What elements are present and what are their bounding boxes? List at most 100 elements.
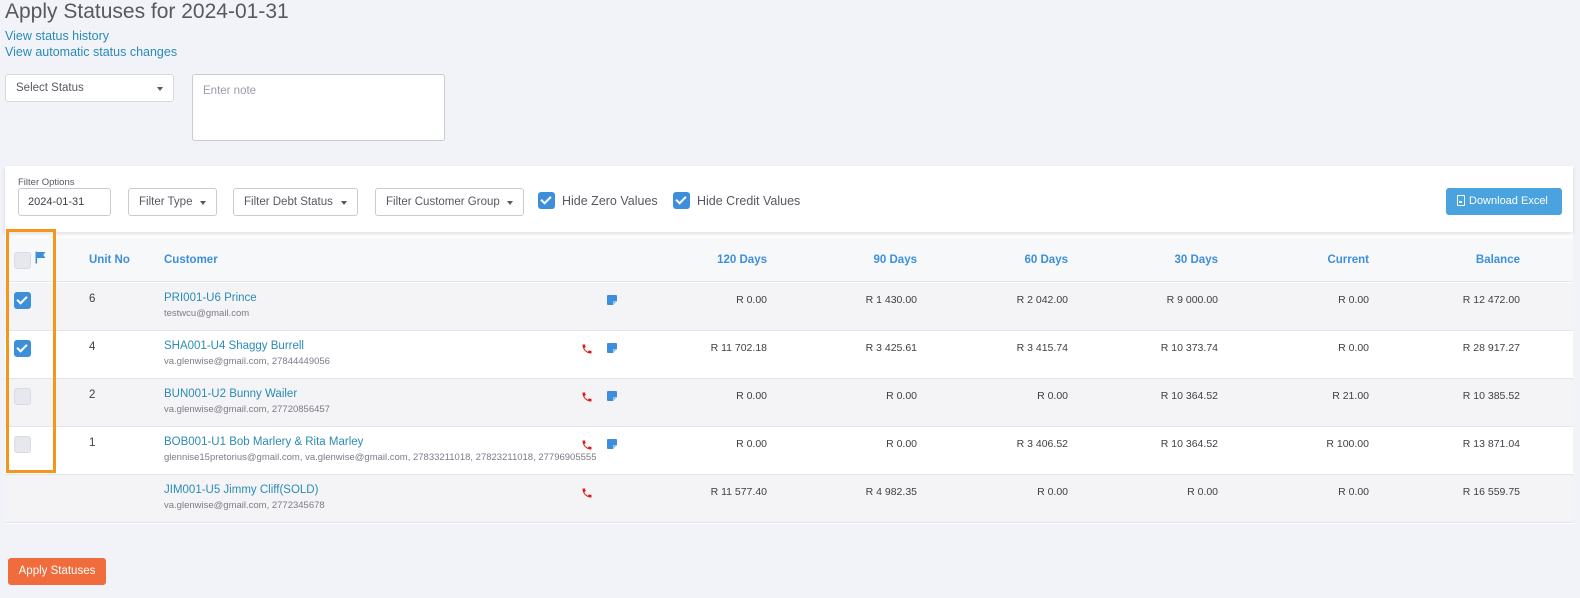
amount-d60: R 0.00 [1037, 486, 1068, 498]
amount-current: R 0.00 [1338, 486, 1369, 498]
amount-current: R 0.00 [1338, 294, 1369, 306]
amount-d30: R 10 373.74 [1160, 342, 1218, 354]
amount-d30: R 10 364.52 [1160, 390, 1218, 402]
filter-customer-group-dropdown[interactable]: Filter Customer Group [375, 188, 524, 216]
amount-d90: R 3 425.61 [865, 342, 917, 354]
table-row: 2 BUN001-U2 Bunny Wailer va.glenwise@gmail… [5, 379, 1573, 427]
caret-down-icon [200, 201, 206, 205]
sticky-note-icon[interactable] [607, 295, 617, 305]
filter-options-label: Filter Options [18, 177, 75, 188]
phone-icon[interactable] [581, 439, 593, 451]
filter-customer-group-label: Filter Customer Group [386, 196, 500, 208]
amount-d60: R 3 415.74 [1016, 342, 1068, 354]
customer-contact: glennise15pretorius@gmail.com, va.glenwi… [164, 452, 597, 463]
filter-debt-status-label: Filter Debt Status [244, 196, 333, 208]
amount-d90: R 1 430.00 [865, 294, 917, 306]
unit-number: 6 [89, 293, 96, 305]
amount-current: R 21.00 [1332, 390, 1369, 402]
amount-d120: R 11 577.40 [710, 486, 767, 498]
unit-number: 1 [89, 437, 96, 449]
customer-link[interactable]: BOB001-U1 Bob Marlery & Rita Marley [164, 436, 363, 448]
filter-bar: Filter Options 2024-01-31 Filter Type Fi… [5, 166, 1573, 232]
caret-down-icon [507, 201, 513, 205]
hide-credit-values-checkbox[interactable] [673, 192, 690, 209]
status-select-value: Select Status [16, 82, 84, 94]
unit-number: 2 [89, 389, 96, 401]
table-row: 4 SHA001-U4 Shaggy Burrell va.glenwise@gma… [5, 331, 1573, 379]
amount-balance: R 10 385.52 [1462, 390, 1520, 402]
customer-link[interactable]: PRI001-U6 Prince [164, 292, 257, 304]
row-select-checkbox[interactable] [14, 340, 31, 357]
unit-number: 4 [89, 341, 96, 353]
amount-d60: R 0.00 [1037, 390, 1068, 402]
note-textarea[interactable] [192, 74, 445, 141]
download-excel-button[interactable]: Download Excel [1446, 188, 1562, 215]
phone-icon[interactable] [581, 487, 593, 499]
sticky-note-icon[interactable] [607, 439, 617, 449]
amount-balance: R 12 472.00 [1462, 294, 1520, 306]
page-title: Apply Statuses for 2024-01-31 [5, 0, 289, 23]
customer-contact: va.glenwise@gmail.com, 2772345678 [164, 500, 325, 511]
row-select-checkbox[interactable] [14, 292, 31, 309]
customer-link[interactable]: BUN001-U2 Bunny Wailer [164, 388, 297, 400]
amount-balance: R 16 559.75 [1462, 486, 1520, 498]
hide-zero-values-label: Hide Zero Values [562, 194, 658, 208]
hide-zero-values-checkbox[interactable] [538, 192, 555, 209]
row-select-checkbox[interactable] [14, 388, 31, 405]
column-header-current[interactable]: Current [1249, 254, 1369, 266]
column-header-customer[interactable]: Customer [164, 254, 218, 266]
caret-down-icon [157, 87, 163, 91]
amount-d60: R 3 406.52 [1016, 438, 1068, 450]
table-row: JIM001-U5 Jimmy Cliff(SOLD) va.glenwise@g… [5, 475, 1573, 523]
table-row: 1 BOB001-U1 Bob Marlery & Rita Marley glen… [5, 427, 1573, 475]
statuses-panel: Filter Options 2024-01-31 Filter Type Fi… [5, 166, 1573, 524]
flag-icon [35, 251, 46, 264]
amount-d120: R 0.00 [736, 438, 767, 450]
amount-d30: R 9 000.00 [1166, 294, 1218, 306]
sticky-note-icon[interactable] [607, 343, 617, 353]
apply-statuses-button[interactable]: Apply Statuses [8, 558, 106, 585]
filter-type-label: Filter Type [139, 196, 193, 208]
amount-d120: R 11 702.18 [710, 342, 767, 354]
amount-d120: R 0.00 [736, 390, 767, 402]
filter-debt-status-dropdown[interactable]: Filter Debt Status [233, 188, 358, 216]
row-select-checkbox[interactable] [14, 436, 31, 453]
download-excel-label: Download Excel [1469, 195, 1548, 207]
amount-current: R 100.00 [1326, 438, 1369, 450]
customer-contact: va.glenwise@gmail.com, 27720856457 [164, 404, 330, 415]
column-header-60-days[interactable]: 60 Days [948, 254, 1068, 266]
amount-balance: R 13 871.04 [1462, 438, 1520, 450]
select-all-checkbox[interactable] [14, 252, 31, 269]
amount-balance: R 28 917.27 [1462, 342, 1520, 354]
column-header-30-days[interactable]: 30 Days [1098, 254, 1218, 266]
status-select[interactable]: Select Status [5, 74, 174, 102]
column-header-unit[interactable]: Unit No [89, 254, 130, 266]
customer-link[interactable]: JIM001-U5 Jimmy Cliff(SOLD) [164, 484, 318, 496]
phone-icon[interactable] [581, 343, 593, 355]
sticky-note-icon[interactable] [607, 391, 617, 401]
column-header-120-days[interactable]: 120 Days [647, 254, 767, 266]
file-excel-icon [1457, 195, 1465, 206]
amount-d90: R 4 982.35 [865, 486, 917, 498]
column-header-balance[interactable]: Balance [1400, 254, 1520, 266]
amount-d30: R 0.00 [1187, 486, 1218, 498]
amount-d30: R 10 364.52 [1160, 438, 1218, 450]
filter-type-dropdown[interactable]: Filter Type [128, 188, 217, 216]
caret-down-icon [341, 201, 347, 205]
column-header-90-days[interactable]: 90 Days [797, 254, 917, 266]
amount-d120: R 0.00 [736, 294, 767, 306]
phone-icon[interactable] [581, 391, 593, 403]
table-row: 6 PRI001-U6 Prince testwcu@gmail.com R 0.00… [5, 283, 1573, 331]
table-header: Unit No Customer 120 Days 90 Days 60 Day… [5, 238, 1573, 282]
amount-d60: R 2 042.00 [1016, 294, 1068, 306]
hide-credit-values-label: Hide Credit Values [697, 194, 801, 208]
customer-link[interactable]: SHA001-U4 Shaggy Burrell [164, 340, 304, 352]
filter-date-input[interactable]: 2024-01-31 [18, 188, 111, 216]
amount-d90: R 0.00 [886, 390, 917, 402]
amount-current: R 0.00 [1338, 342, 1369, 354]
customer-contact: testwcu@gmail.com [164, 308, 250, 319]
view-status-history-link[interactable]: View status history [5, 29, 109, 43]
customer-contact: va.glenwise@gmail.com, 27844449056 [164, 356, 330, 367]
amount-d90: R 0.00 [886, 438, 917, 450]
view-automatic-status-changes-link[interactable]: View automatic status changes [5, 45, 177, 59]
